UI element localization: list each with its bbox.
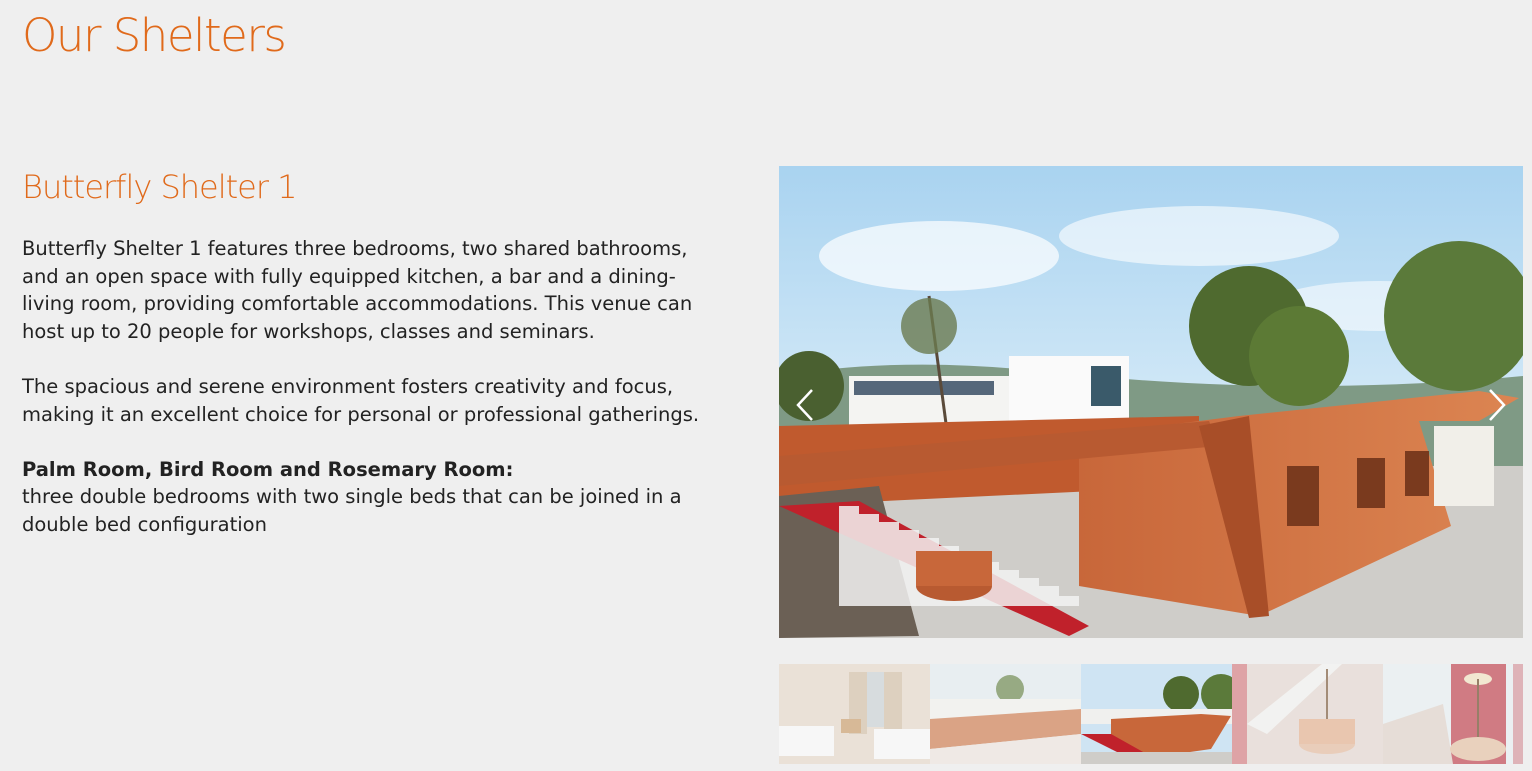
page-title: Our Shelters	[22, 9, 287, 62]
shelter-heading: Butterfly Shelter 1	[22, 168, 298, 206]
thumbnail-bedroom[interactable]	[779, 664, 930, 764]
description-paragraph-2: The spacious and serene environment fost…	[22, 374, 700, 426]
rooms-title: Palm Room, Bird Room and Rosemary Room:	[22, 457, 514, 481]
rooms-text: three double bedrooms with two single be…	[22, 485, 682, 536]
chevron-right-icon	[1489, 389, 1506, 421]
thumbnail-planter-tree[interactable]	[1383, 664, 1523, 764]
shelter-description: Butterfly Shelter 1 features three bedro…	[22, 235, 702, 566]
thumbnail-shelter-exterior[interactable]	[930, 664, 1081, 764]
rooms-info: Palm Room, Bird Room and Rosemary Room: …	[22, 456, 702, 539]
shelter-exterior-photo	[779, 166, 1523, 638]
chevron-left-icon	[796, 389, 813, 421]
gallery-thumbnails	[779, 664, 1523, 764]
thumbnail-shelter-stairs[interactable]	[1081, 664, 1232, 764]
description-paragraph-1: Butterfly Shelter 1 features three bedro…	[22, 237, 693, 343]
gallery-next-button[interactable]	[1482, 380, 1512, 430]
thumbnail-red-stairs[interactable]	[1232, 664, 1383, 764]
gallery-prev-button[interactable]	[790, 380, 820, 430]
gallery-main-image[interactable]	[779, 166, 1523, 638]
